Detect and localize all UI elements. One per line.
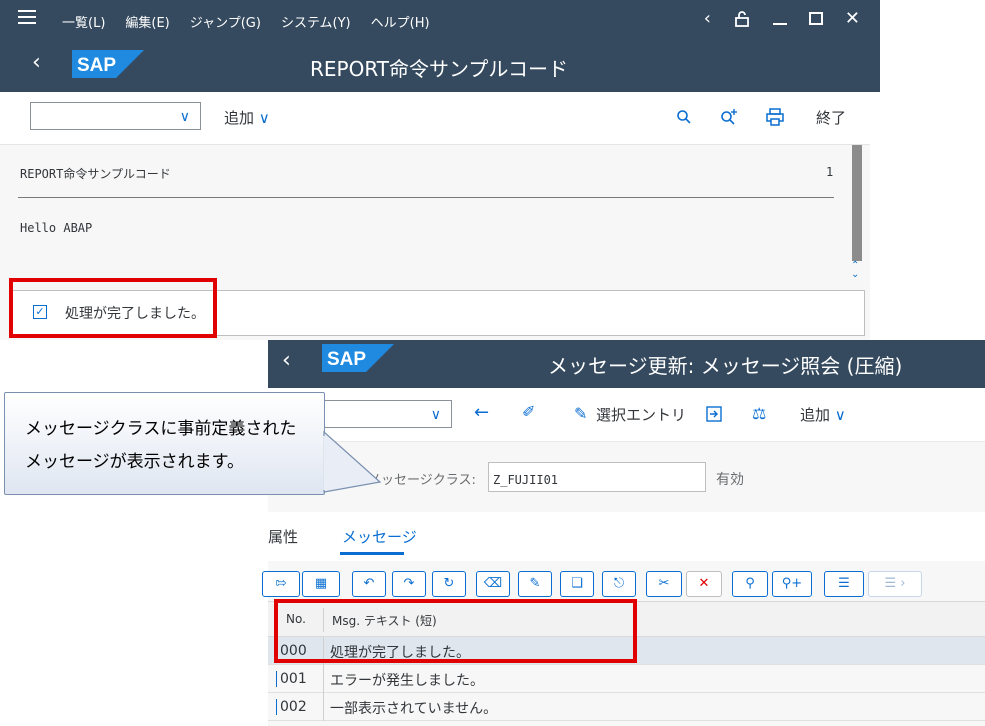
- table-row[interactable]: 001 エラーが発生しました。: [268, 665, 985, 693]
- select-entry-button[interactable]: 選択エントリ: [596, 404, 686, 425]
- delete-icon[interactable]: ⌫: [476, 571, 510, 597]
- menu-system[interactable]: システム(Y): [281, 12, 351, 31]
- svg-text:SAP: SAP: [327, 349, 366, 370]
- paste-icon[interactable]: ⎋: [602, 571, 636, 597]
- sap-logo: SAP: [72, 50, 144, 78]
- details-icon[interactable]: ✎: [518, 571, 552, 597]
- insert-row-icon[interactable]: ↷: [392, 571, 426, 597]
- menu-help[interactable]: ヘルプ(H): [371, 12, 430, 31]
- unlock-icon[interactable]: [733, 10, 751, 28]
- report-output-line: Hello ABAP: [20, 221, 93, 235]
- collapse-chevron-icon[interactable]: ‹: [704, 8, 711, 29]
- select-all-icon[interactable]: ▦: [302, 571, 340, 597]
- search-icon[interactable]: [676, 109, 692, 125]
- report-page-number: 1: [826, 165, 834, 179]
- page-title: メッセージ更新: メッセージ照会 (圧縮): [548, 354, 903, 378]
- report-title-line: REPORT命令サンプルコード: [20, 167, 171, 181]
- row-number: 001: [280, 671, 307, 687]
- page-title: REPORT命令サンプルコード: [310, 57, 568, 81]
- vertical-scrollbar[interactable]: [852, 145, 862, 261]
- cell-separator: [323, 693, 324, 721]
- chevron-down-icon: ∨: [430, 407, 441, 423]
- title-bar: ‹ SAP メッセージ更新: メッセージ照会 (圧縮): [268, 340, 985, 388]
- message-class-field[interactable]: Z_FUJII01: [488, 462, 706, 492]
- hierarchy-next-icon: ☰ ›: [868, 571, 922, 597]
- active-tab-indicator: [340, 552, 404, 555]
- minimize-icon[interactable]: [772, 22, 787, 25]
- select-mode-icon[interactable]: ⇰: [262, 571, 300, 597]
- menu-list[interactable]: 一覧(L): [62, 12, 105, 31]
- display-change-icon[interactable]: ✐: [522, 402, 535, 421]
- title-bar: ‹ SAP REPORT命令サンプルコード: [0, 40, 880, 92]
- menu-bar: 一覧(L) 編集(E) ジャンプ(G) システム(Y) ヘルプ(H) ‹ ✕: [0, 0, 880, 40]
- pencil-icon[interactable]: ✎: [574, 404, 587, 423]
- cancel-icon[interactable]: ✕: [686, 571, 722, 597]
- scroll-arrows-icon[interactable]: ⌃ ⌄: [851, 261, 859, 280]
- tab-attributes[interactable]: 属性: [268, 526, 298, 547]
- redo-icon[interactable]: ↻: [432, 571, 466, 597]
- message-maintenance-window: ‹ SAP メッセージ更新: メッセージ照会 (圧縮) ∨ ← ✐ ✎ 選択エン…: [262, 340, 985, 726]
- command-field[interactable]: ∨: [30, 102, 201, 130]
- message-class-status: 有効: [716, 472, 744, 488]
- close-icon[interactable]: ✕: [845, 8, 860, 29]
- message-class-label: メッセージクラス:: [368, 473, 476, 488]
- row-text[interactable]: エラーが発生しました。: [330, 670, 484, 690]
- back-icon[interactable]: ‹: [282, 348, 291, 373]
- command-field[interactable]: ∨: [308, 400, 452, 428]
- find-next-icon[interactable]: ⚲+: [772, 571, 812, 597]
- message-class-value: Z_FUJII01: [493, 473, 559, 487]
- cut-icon[interactable]: ✂: [646, 571, 682, 597]
- callout-line-1: メッセージクラスに事前定義された: [25, 419, 297, 439]
- undo-icon[interactable]: ↶: [352, 571, 386, 597]
- maximize-icon[interactable]: [808, 12, 823, 25]
- cell-separator: [323, 665, 324, 693]
- exit-button[interactable]: 終了: [816, 107, 846, 128]
- hamburger-icon[interactable]: [18, 10, 36, 30]
- menu-edit[interactable]: 編集(E): [125, 12, 169, 31]
- report-divider: [18, 197, 834, 198]
- back-icon[interactable]: ‹: [32, 50, 41, 75]
- tab-messages[interactable]: メッセージ: [342, 526, 417, 547]
- search-next-icon[interactable]: [720, 108, 738, 126]
- copy-icon[interactable]: ❏: [560, 571, 594, 597]
- toolbar: ∨ 追加 ∨ 終了: [0, 92, 880, 144]
- export-icon[interactable]: [706, 406, 722, 422]
- callout-line-2: メッセージが表示されます。: [25, 452, 244, 472]
- add-menu-button[interactable]: 追加 ∨: [800, 404, 846, 425]
- tab-strip: 属性 メッセージ: [268, 512, 985, 560]
- add-menu-button[interactable]: 追加 ∨: [224, 107, 270, 128]
- balance-icon[interactable]: ⚖: [752, 404, 766, 423]
- highlight-box: [274, 599, 637, 663]
- annotation-callout: メッセージクラスに事前定義された メッセージが表示されます。: [4, 392, 325, 495]
- svg-text:SAP: SAP: [77, 55, 116, 76]
- report-window: 一覧(L) 編集(E) ジャンプ(G) システム(Y) ヘルプ(H) ‹ ✕ ‹…: [0, 0, 880, 340]
- row-number: 002: [280, 699, 307, 715]
- highlight-box: [9, 278, 217, 338]
- menu-goto[interactable]: ジャンプ(G): [190, 12, 261, 31]
- row-marker: [276, 699, 277, 715]
- chevron-down-icon: ∨: [179, 109, 190, 125]
- callout-pointer: [323, 430, 382, 493]
- row-text[interactable]: 一部表示されていません。: [330, 698, 497, 718]
- back-arrow-icon[interactable]: ←: [474, 402, 489, 423]
- find-icon[interactable]: ⚲: [732, 571, 768, 597]
- print-icon[interactable]: [766, 108, 784, 126]
- table-row[interactable]: 002 一部表示されていません。: [268, 693, 985, 721]
- sap-logo: SAP: [322, 344, 394, 372]
- hierarchy-icon[interactable]: ☰: [824, 571, 864, 597]
- row-marker: [276, 671, 277, 687]
